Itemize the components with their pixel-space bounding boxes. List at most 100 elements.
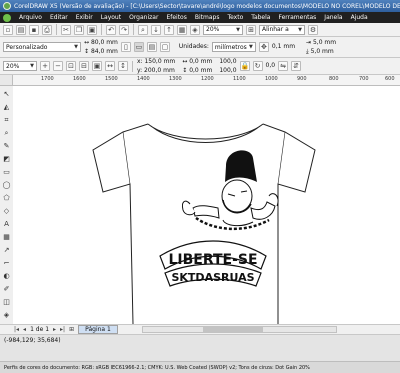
pick-tool-icon[interactable]: ↖ [2,90,11,99]
zoom-tool-icon[interactable]: ⌕ [2,129,11,138]
eyedropper-tool-icon[interactable]: ✐ [2,285,11,294]
nudge-distance-field[interactable]: 0,1 mm [272,43,295,51]
ruler-tick-label: 1700 [41,76,54,82]
horizontal-scrollbar[interactable] [141,326,337,333]
zoom-page-icon[interactable]: ▣ [92,61,102,71]
page-tab[interactable]: Página 1 [78,325,118,334]
blend-tool-icon[interactable]: ◐ [2,272,11,281]
import-icon[interactable]: ↓ [151,24,161,35]
application-launcher-icon[interactable]: ▦ [177,24,187,35]
position-x-field[interactable]: x: 150,0 mm [137,58,175,66]
basic-shapes-tool-icon[interactable]: ◇ [2,207,11,216]
outline-tool-icon[interactable]: ◫ [2,298,11,307]
color-profile-text: Perfis de cores do documento: RGB: sRGB … [4,364,310,371]
tshirt-artwork[interactable]: LIBERTE-SE SKTDASRUAS [13,86,400,324]
mirror-horizontal-icon[interactable]: ⇋ [278,61,289,71]
menu-editar[interactable]: Editar [50,14,68,21]
page-height-field[interactable]: ↕ 84,0 mm [84,48,118,56]
snap-to-dropdown[interactable]: Alinhar a ▼ [259,24,305,35]
current-page-icon[interactable]: ▢ [159,42,170,52]
rotation-angle-field[interactable]: 0,0 [266,62,276,70]
menu-efeitos[interactable]: Efeitos [166,14,186,21]
menu-texto[interactable]: Texto [227,14,243,21]
fill-tool-icon[interactable]: ◈ [2,311,11,320]
zoom-width-icon[interactable]: ↔ [105,61,115,71]
coreldraw-app-icon [3,2,11,10]
duplicate-x-field[interactable]: ⇥ 5,0 mm [306,39,336,47]
units-dropdown[interactable]: milímetros ▼ [211,42,256,52]
scale-height-field[interactable]: 100,0 [219,67,236,75]
tshirt-outline [92,123,316,324]
shape-tool-icon[interactable]: ◭ [2,103,11,112]
search-icon[interactable]: ⌕ [138,24,148,35]
menu-arquivo[interactable]: Arquivo [19,14,42,21]
previous-page-icon[interactable]: ◂ [23,326,26,333]
status-bar-color-profile[interactable]: Perfis de cores do documento: RGB: sRGB … [0,361,400,373]
scrollbar-thumb[interactable] [202,327,263,332]
horizontal-ruler[interactable]: 1700 1600 1500 1400 1300 1200 1100 1000 … [13,75,400,86]
menu-ajuda[interactable]: Ajuda [351,14,368,21]
ruler-origin[interactable] [0,75,13,86]
size-height-field[interactable]: ↕ 0,0 mm [182,67,212,75]
menu-layout[interactable]: Layout [101,14,121,21]
mirror-vertical-icon[interactable]: ⇵ [291,61,302,71]
polygon-tool-icon[interactable]: ⬠ [2,194,11,203]
rotation-icon: ↻ [252,61,263,71]
portrait-icon[interactable]: ▯ [120,42,131,52]
first-page-icon[interactable]: |◂ [14,326,19,333]
save-icon[interactable]: ▪ [29,24,39,35]
zoom-out-icon[interactable]: − [53,61,63,71]
new-document-icon[interactable]: ▫ [3,24,13,35]
lock-ratio-icon[interactable]: 🔒 [239,61,250,71]
export-icon[interactable]: ↑ [164,24,174,35]
drawing-canvas[interactable]: LIBERTE-SE SKTDASRUAS [13,86,400,324]
options-icon[interactable]: ⚙ [308,24,318,35]
dimension-tool-icon[interactable]: ↗ [2,246,11,255]
position-y-field[interactable]: y: 200,0 mm [137,67,175,75]
zoom-selected-icon[interactable]: ⊡ [66,61,76,71]
table-tool-icon[interactable]: ▦ [2,233,11,242]
smart-fill-tool-icon[interactable]: ◩ [2,155,11,164]
position-x-value: 150,0 mm [144,57,176,65]
add-page-icon[interactable]: ⊞ [69,326,74,333]
zoom-in-icon[interactable]: + [40,61,50,71]
zoom-level-dropdown[interactable]: 20% ▼ [203,24,243,35]
all-pages-icon[interactable]: ▤ [146,42,157,52]
open-folder-icon[interactable]: ▤ [16,24,26,35]
menu-organizar[interactable]: Organizar [129,14,158,21]
last-page-icon[interactable]: ▸| [60,326,65,333]
undo-icon[interactable]: ↶ [106,24,116,35]
freehand-tool-icon[interactable]: ✎ [2,142,11,151]
paste-icon[interactable]: ▣ [87,24,97,35]
object-position-fields: x: 150,0 mm y: 200,0 mm [137,58,175,75]
menu-ferramentas[interactable]: Ferramentas [278,14,316,21]
next-page-icon[interactable]: ▸ [53,326,56,333]
ellipse-tool-icon[interactable]: ◯ [2,181,11,190]
redo-icon[interactable]: ↷ [119,24,129,35]
connector-tool-icon[interactable]: ⌐ [2,259,11,268]
zoom-levels-dropdown[interactable]: 20% ▼ [3,61,37,71]
snap-to-icon[interactable]: ⊞ [246,24,256,35]
menu-janela[interactable]: Janela [324,14,342,21]
menu-exibir[interactable]: Exibir [76,14,93,21]
text-tool-icon[interactable]: A [2,220,11,229]
landscape-icon[interactable]: ▭ [133,42,144,52]
scale-width-field[interactable]: 100,0 [219,58,236,66]
duplicate-y-field[interactable]: ⤓ 5,0 mm [306,48,336,56]
rectangle-tool-icon[interactable]: ▭ [2,168,11,177]
menu-tabela[interactable]: Tabela [251,14,270,21]
page-preset-dropdown[interactable]: Personalizado ▼ [3,42,81,52]
welcome-screen-icon[interactable]: ◈ [190,24,200,35]
copy-icon[interactable]: ❐ [74,24,84,35]
property-bar: Personalizado ▼ ↔ 80,0 mm ↕ 84,0 mm ▯ ▭ … [0,37,400,58]
cut-icon[interactable]: ✂ [61,24,71,35]
document-menu-icon[interactable] [3,13,11,22]
menu-bitmaps[interactable]: Bitmaps [195,14,220,21]
tshirt-collar [147,123,264,143]
print-icon[interactable]: ⎙ [42,24,52,35]
crop-tool-icon[interactable]: ⌗ [2,116,11,125]
page-width-field[interactable]: ↔ 80,0 mm [84,39,118,47]
zoom-height-icon[interactable]: ↕ [118,61,128,71]
zoom-all-objects-icon[interactable]: ⊟ [79,61,89,71]
size-width-field[interactable]: ↔ 0,0 mm [182,58,212,66]
